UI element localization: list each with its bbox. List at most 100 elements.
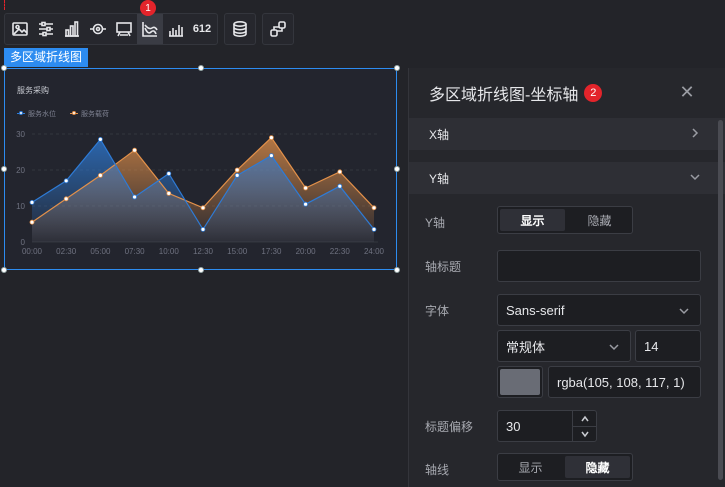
font-size-input[interactable]: 14 (635, 330, 701, 362)
panel-title: 多区域折线图-坐标轴 (429, 87, 579, 104)
y-tick-label: 20 (16, 166, 25, 175)
chart-component[interactable]: 0 10 20 30 00:00 02:30 05:00 07:30 10:00 12:30 15:… (4, 68, 397, 270)
y-axis-show-option[interactable]: 显示 (500, 209, 565, 231)
stepper-up-button[interactable] (573, 411, 596, 426)
data-point (303, 201, 309, 207)
data-point (63, 196, 69, 202)
share-tool-button[interactable] (265, 14, 291, 44)
x-tick-label: 00:00 (22, 247, 43, 256)
bar-chart-alt-icon (169, 25, 183, 37)
chart-title: 服务采购 (17, 86, 49, 95)
number-tool-button[interactable]: 612 (189, 14, 215, 44)
chevron-right-icon (689, 127, 701, 139)
target-icon (90, 23, 106, 35)
resize-handle-br[interactable] (394, 267, 400, 273)
legend-marker-icon (17, 111, 25, 117)
data-point (29, 219, 35, 225)
y-tick-label: 10 (16, 202, 25, 211)
sliders-tool-button[interactable] (33, 14, 59, 44)
close-icon[interactable]: ✕ (677, 82, 697, 102)
data-point (268, 153, 274, 158)
resize-handle-tm[interactable] (198, 65, 204, 71)
data-point (303, 185, 309, 191)
panel-scrollbar[interactable] (718, 120, 723, 480)
y-axis-hide-option[interactable]: 隐藏 (567, 207, 632, 233)
resize-handle-bm[interactable] (198, 267, 204, 273)
axis-title-label: 轴标题 (425, 260, 462, 274)
resize-handle-bl[interactable] (1, 267, 7, 273)
font-family-select[interactable]: Sans-serif (497, 294, 701, 326)
y-axis-section[interactable]: Y轴 (409, 162, 725, 194)
font-weight-select[interactable]: 常规体 (497, 330, 631, 362)
legend-label: 服务水位 (28, 111, 56, 118)
axis-line-label: 轴线 (425, 463, 450, 477)
y-axis-section-label: Y轴 (429, 171, 450, 186)
data-point (98, 173, 103, 178)
share-icon (270, 21, 286, 37)
resize-handle-mr[interactable] (394, 166, 400, 172)
data-point (166, 171, 172, 176)
component-toolbar-group: 612 (4, 13, 218, 45)
panel-header: 多区域折线图-坐标轴 2 ✕ (409, 68, 725, 118)
database-tool-button[interactable] (227, 14, 253, 44)
image-icon (12, 22, 28, 36)
font-label: 字体 (425, 304, 450, 318)
bar-chart-icon (65, 21, 79, 37)
screen-tool-button[interactable] (111, 14, 137, 44)
font-color-input[interactable]: rgba(105, 108, 117, 1) (548, 366, 701, 398)
legend-label: 服务载荷 (81, 111, 109, 118)
x-tick-label: 15:00 (227, 247, 248, 256)
axis-line-show-option[interactable]: 显示 (498, 454, 563, 480)
data-point (268, 135, 274, 140)
data-point (371, 226, 377, 232)
multi-area-line-chart: 0 10 20 30 00:00 02:30 05:00 07:30 10:00 12:30 15:… (16, 130, 385, 256)
data-point (200, 205, 206, 211)
axis-line-visibility-toggle: 显示 隐藏 (497, 453, 633, 481)
title-offset-value: 30 (506, 418, 521, 434)
line-chart-tool-button[interactable] (137, 14, 163, 44)
x-tick-label: 24:00 (364, 247, 385, 256)
y-axis-visibility-toggle: 显示 隐藏 (497, 206, 633, 234)
data-point (132, 147, 138, 153)
axis-title-input[interactable] (497, 250, 701, 282)
x-axis-section[interactable]: X轴 (409, 118, 725, 150)
x-tick-label: 05:00 (90, 247, 111, 256)
data-point (371, 205, 377, 211)
x-tick-label: 12:30 (193, 247, 214, 256)
chevron-down-icon (689, 171, 701, 183)
component-tag[interactable]: 多区域折线图 (4, 48, 89, 67)
chart-legend: 服务水位 服务载荷 (17, 109, 109, 119)
resize-handle-tl[interactable] (1, 65, 7, 71)
y-tick-label: 0 (21, 238, 26, 247)
data-point (200, 226, 206, 232)
font-color-swatch[interactable] (497, 366, 543, 398)
data-point (29, 199, 35, 205)
x-tick-label: 22:30 (330, 247, 351, 256)
property-panel: 多区域折线图-坐标轴 2 ✕ X轴 Y轴 Y轴 显示 隐藏 轴标题 字体 San… (408, 68, 725, 487)
axis-line-hide-option[interactable]: 隐藏 (565, 456, 630, 478)
number-612-icon: 612 (192, 23, 212, 35)
resize-handle-tr[interactable] (394, 65, 400, 71)
image-tool-button[interactable] (7, 14, 33, 44)
sliders-icon (39, 21, 53, 37)
x-tick-label: 17:30 (261, 247, 282, 256)
resize-handle-ml[interactable] (1, 166, 7, 172)
data-point (98, 137, 103, 142)
bar-chart-alt-tool-button[interactable] (163, 14, 189, 44)
database-icon (233, 20, 247, 38)
stepper-down-button[interactable] (573, 426, 596, 441)
data-point (234, 173, 240, 178)
bar-chart-tool-button[interactable] (59, 14, 85, 44)
title-offset-stepper[interactable]: 30 (497, 410, 597, 442)
y-tick-label: 30 (16, 130, 25, 139)
target-tool-button[interactable] (85, 14, 111, 44)
x-tick-label: 02:30 (56, 247, 77, 256)
y-axis-toggle-label: Y轴 (425, 216, 446, 230)
x-tick-label: 20:00 (296, 247, 317, 256)
legend-item-water: 服务水位 (17, 109, 56, 119)
x-axis-section-label: X轴 (429, 127, 450, 142)
stepper-arrows (572, 411, 596, 441)
guide-line (4, 0, 5, 10)
data-point (166, 191, 172, 196)
legend-item-load: 服务载荷 (70, 109, 109, 119)
